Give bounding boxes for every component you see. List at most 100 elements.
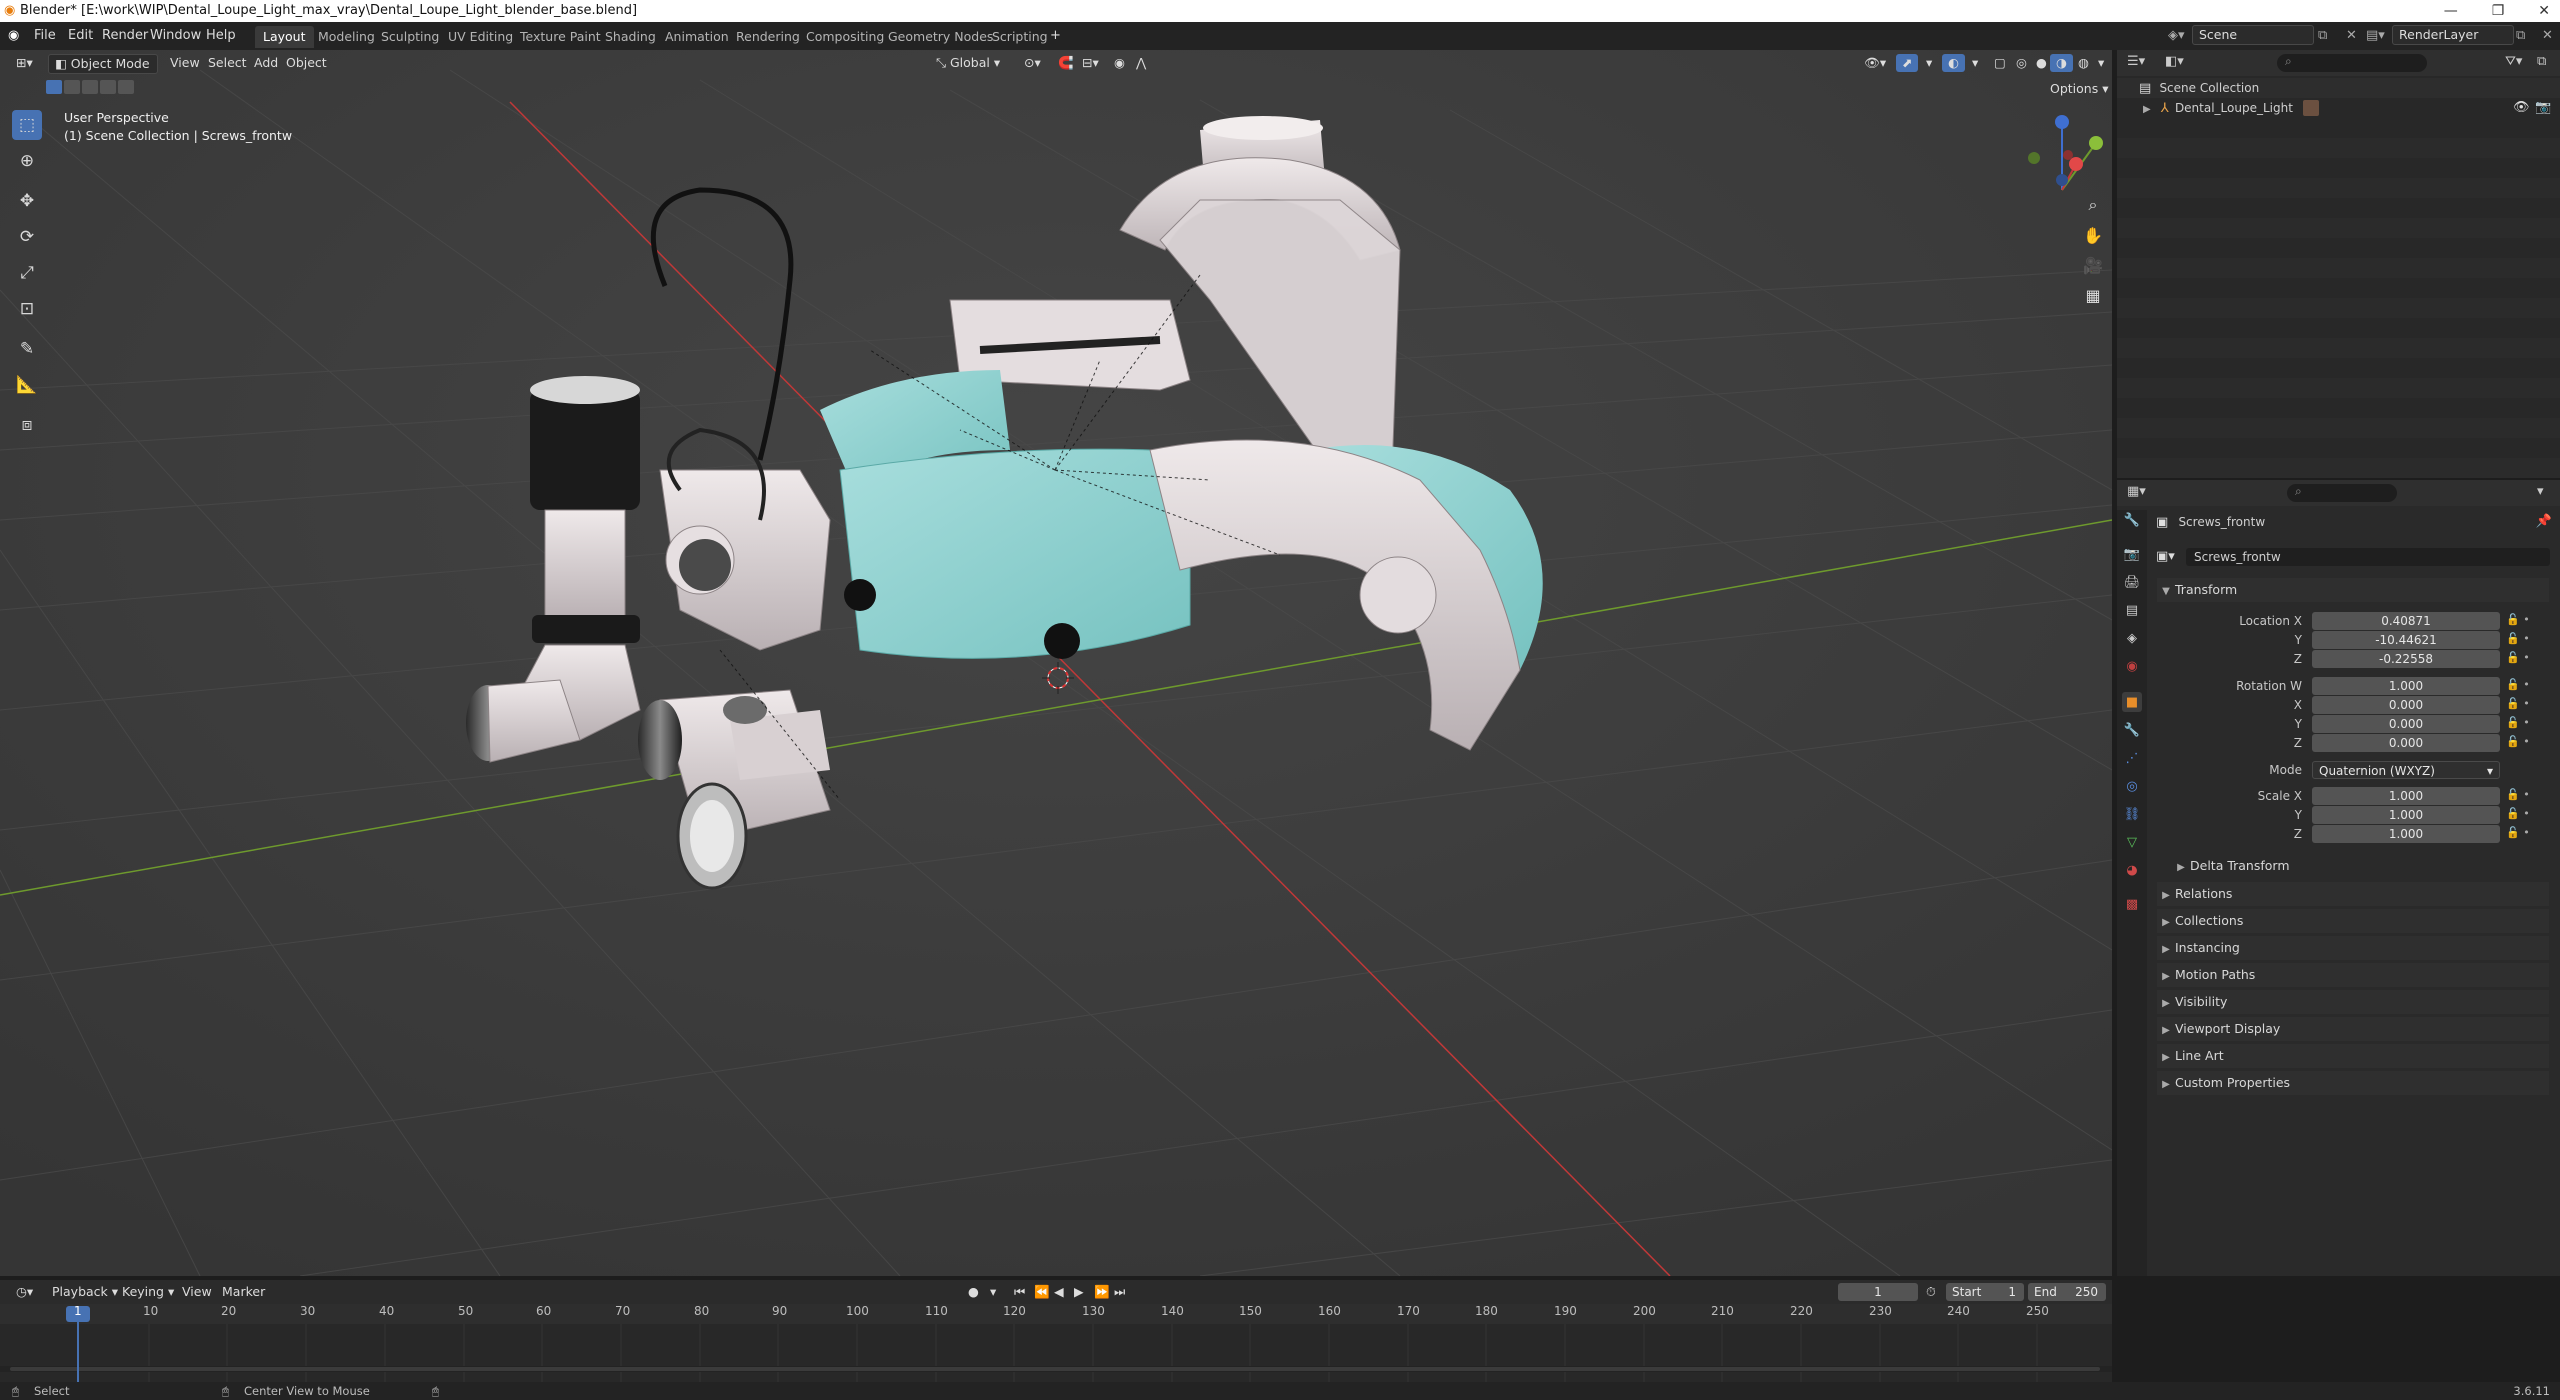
scene-name-field[interactable]: Scene <box>2192 25 2314 45</box>
new-scene-icon[interactable]: ⧉ <box>2318 28 2327 43</box>
new-layer-icon[interactable]: ⧉ <box>2516 28 2525 43</box>
pivot-icon[interactable]: ⊙▾ <box>1018 54 1047 72</box>
pan-hand-icon[interactable]: ✋ <box>2080 222 2106 248</box>
particles-properties-icon[interactable]: ⋰ <box>2122 748 2142 768</box>
menu-render[interactable]: Render <box>102 28 148 43</box>
frame-start-field[interactable]: Start 1 <box>1946 1283 2024 1301</box>
tab-sculpting[interactable]: Sculpting <box>373 26 447 48</box>
gizmo-icon[interactable]: ⬈ <box>1896 54 1919 72</box>
tab-texture-paint[interactable]: Texture Paint <box>512 26 609 48</box>
select-subtract-icon[interactable] <box>82 80 98 94</box>
eye-icon[interactable]: 👁 <box>2513 98 2530 118</box>
scale-y-field[interactable]: 1.000 <box>2312 806 2500 824</box>
custom-properties-section[interactable]: ▶ Custom Properties <box>2157 1071 2549 1095</box>
menu-view[interactable]: View <box>164 54 206 72</box>
render-properties-icon[interactable]: 📷 <box>2122 544 2142 564</box>
rotation-w-field[interactable]: 1.000 <box>2312 677 2500 695</box>
scale-tool-icon[interactable]: ⤢ <box>12 258 42 288</box>
menu-window[interactable]: Window <box>150 28 201 43</box>
physics-properties-icon[interactable]: ◎ <box>2122 776 2142 796</box>
line-art-section[interactable]: ▶ Line Art <box>2157 1044 2549 1068</box>
scale-x-field[interactable]: 1.000 <box>2312 787 2500 805</box>
menu-add[interactable]: Add <box>248 54 284 72</box>
tool-properties-icon[interactable]: 🔧 <box>2122 510 2142 530</box>
record-icon[interactable]: ● <box>962 1283 985 1301</box>
measure-tool-icon[interactable]: 📐 <box>12 370 42 400</box>
texture-properties-icon[interactable]: ▩ <box>2122 894 2142 914</box>
properties-editor-icon[interactable]: ▦▾ <box>2127 484 2146 499</box>
menu-marker[interactable]: Marker <box>216 1283 271 1301</box>
location-x-field[interactable]: 0.40871 <box>2312 612 2500 630</box>
3d-viewport[interactable] <box>0 50 2112 1276</box>
outliner-row-scene-collection[interactable]: ▤ Scene Collection <box>2117 78 2560 98</box>
menu-keying[interactable]: Keying ▾ <box>116 1283 180 1301</box>
view-layer-icon[interactable]: ▤▾ <box>2366 28 2385 43</box>
output-properties-icon[interactable]: 🖨 <box>2122 572 2142 592</box>
menu-timeline-view[interactable]: View <box>176 1283 218 1301</box>
lock-icon[interactable]: 🔓 • <box>2506 613 2530 626</box>
keyframe-type-icon[interactable]: ▾ <box>984 1283 1002 1301</box>
menu-playback[interactable]: Playback ▾ <box>46 1283 124 1301</box>
maximize-button[interactable]: ❐ <box>2492 0 2505 22</box>
relations-section[interactable]: ▶ Relations <box>2157 882 2549 906</box>
minimize-button[interactable]: — <box>2444 0 2458 22</box>
world-properties-icon[interactable]: ◉ <box>2122 656 2142 676</box>
add-cube-tool-icon[interactable]: ⧈ <box>12 410 42 440</box>
play-reverse-icon[interactable]: ◀ <box>1048 1283 1070 1301</box>
gizmo-dropdown-icon[interactable]: ▾ <box>1920 54 1938 72</box>
pin-icon[interactable]: 📌 <box>2536 512 2552 532</box>
constraints-properties-icon[interactable]: ⛓ <box>2122 804 2142 824</box>
object-properties-icon[interactable]: ■ <box>2122 692 2142 712</box>
delete-layer-icon[interactable]: ✕ <box>2542 28 2553 43</box>
tab-layout[interactable]: Layout <box>255 26 314 48</box>
falloff-icon[interactable]: ⋀ <box>1130 54 1152 72</box>
material-shading-icon[interactable]: ◑ <box>2050 54 2073 72</box>
rotate-tool-icon[interactable]: ⟳ <box>12 222 42 252</box>
options-button[interactable]: Options ▾ <box>2044 80 2114 98</box>
snap-target-icon[interactable]: ⊟▾ <box>1076 54 1105 72</box>
lock-icon[interactable]: 🔓 • <box>2506 735 2530 748</box>
select-new-icon[interactable] <box>46 80 62 94</box>
delta-transform-subpanel[interactable]: ▶ Delta Transform <box>2172 854 2549 878</box>
rotation-mode-dropdown[interactable]: Quaternion (WXYZ) ▾ <box>2312 761 2500 779</box>
menu-file[interactable]: File <box>34 28 56 43</box>
scene-properties-icon[interactable]: ◈ <box>2122 628 2142 648</box>
add-workspace-button[interactable]: + <box>1050 28 1061 43</box>
annotate-tool-icon[interactable]: ✎ <box>12 334 42 364</box>
location-y-field[interactable]: -10.44621 <box>2312 631 2500 649</box>
visibility-section[interactable]: ▶ Visibility <box>2157 990 2549 1014</box>
material-properties-icon[interactable]: ◕ <box>2122 860 2142 880</box>
overlay-icon[interactable]: ◐ <box>1942 54 1965 72</box>
outliner-editor-icon[interactable]: ☰▾ <box>2127 54 2145 69</box>
frame-end-field[interactable]: End 250 <box>2028 1283 2106 1301</box>
render-layer-field[interactable]: RenderLayer <box>2392 25 2514 45</box>
new-collection-icon[interactable]: ⧉ <box>2537 54 2546 69</box>
camera-view-icon[interactable]: 🎥 <box>2080 252 2106 278</box>
menu-help[interactable]: Help <box>206 28 236 43</box>
lock-icon[interactable]: 🔓 • <box>2506 826 2530 839</box>
expand-arrow-icon[interactable]: ▶ <box>2143 104 2151 115</box>
jump-end-icon[interactable]: ⏭ <box>1108 1283 1131 1301</box>
lock-icon[interactable]: 🔓 • <box>2506 807 2530 820</box>
properties-search-input[interactable]: ⌕ <box>2287 484 2397 502</box>
xray-icon[interactable]: ▢ <box>1988 54 2012 72</box>
location-z-field[interactable]: -0.22558 <box>2312 650 2500 668</box>
view-layer-properties-icon[interactable]: ▤ <box>2122 600 2142 620</box>
delete-scene-icon[interactable]: ✕ <box>2346 28 2357 43</box>
timeline-editor-icon[interactable]: ◷▾ <box>10 1283 39 1301</box>
shading-dropdown-icon[interactable]: ▾ <box>2092 54 2110 72</box>
cursor-tool-icon[interactable]: ⊕ <box>12 146 42 176</box>
lock-icon[interactable]: 🔓 • <box>2506 788 2530 801</box>
lock-icon[interactable]: 🔓 • <box>2506 697 2530 710</box>
datablock-icon[interactable]: ▣▾ <box>2156 549 2175 564</box>
preview-range-icon[interactable]: ⏱ <box>1920 1283 1942 1301</box>
visibility-icon[interactable]: 👁▾ <box>1858 54 1892 72</box>
overlay-dropdown-icon[interactable]: ▾ <box>1966 54 1984 72</box>
lock-icon[interactable]: 🔓 • <box>2506 651 2530 664</box>
rotation-x-field[interactable]: 0.000 <box>2312 696 2500 714</box>
lock-icon[interactable]: 🔓 • <box>2506 678 2530 691</box>
outliner-search-input[interactable]: ⌕ <box>2277 54 2427 72</box>
select-invert-icon[interactable] <box>100 80 116 94</box>
transform-tool-icon[interactable]: ⊡ <box>12 294 42 324</box>
tab-shading[interactable]: Shading <box>597 26 664 48</box>
